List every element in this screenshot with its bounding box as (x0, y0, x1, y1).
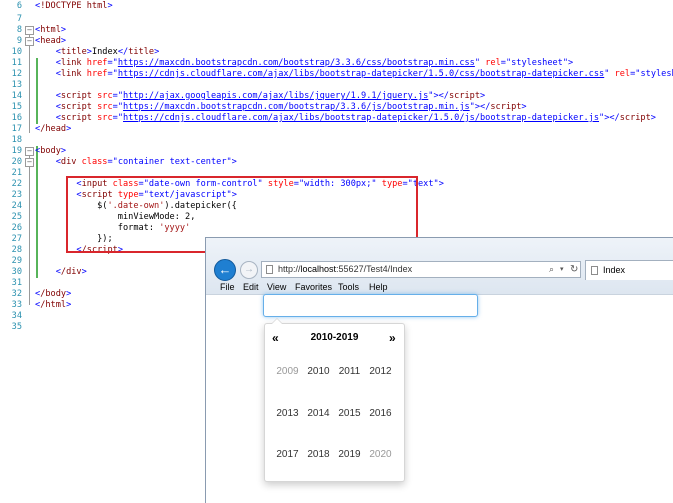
line-number: 16 (11, 113, 22, 123)
line-number: 19 (11, 146, 22, 156)
back-arrow-icon[interactable]: ← (214, 259, 236, 281)
line-number: 33 (11, 300, 22, 310)
line-number: 35 (11, 322, 22, 332)
menu-item-view[interactable]: View (267, 280, 286, 294)
year-cell[interactable]: 2014 (303, 408, 334, 419)
menu-item-help[interactable]: Help (369, 280, 388, 294)
line-number: 9 (16, 36, 22, 46)
menu-item-favorites[interactable]: Favorites (295, 280, 332, 294)
year-cell[interactable]: 2010 (303, 366, 334, 377)
dropdown-icon[interactable]: ▾ (560, 262, 564, 277)
year-datepicker: 2010-2019 « » 2009 2010 2011 2012 2013 2… (264, 318, 405, 482)
line-number: 27 (11, 234, 22, 244)
search-icon[interactable]: ⌕ (549, 262, 554, 277)
year-cell[interactable]: 2018 (303, 449, 334, 460)
outline-guide (29, 34, 30, 133)
collapse-toggle-icon[interactable]: − (25, 158, 34, 167)
year-cell[interactable]: 2016 (365, 408, 396, 419)
decade-switch[interactable]: 2010-2019 (265, 332, 404, 343)
line-number: 28 (11, 245, 22, 255)
forward-arrow-icon[interactable]: → (240, 261, 258, 279)
year-cell[interactable]: 2017 (272, 449, 303, 460)
year-cell[interactable]: 2019 (334, 449, 365, 460)
page-icon (266, 265, 273, 274)
line-number: 24 (11, 201, 22, 211)
collapse-toggle-icon[interactable]: − (25, 26, 34, 35)
date-input-field[interactable] (263, 294, 478, 317)
year-cell[interactable]: 2015 (334, 408, 365, 419)
line-number: 10 (11, 47, 22, 57)
line-number: 7 (16, 14, 22, 24)
address-bar[interactable]: http://localhost:55627/Test4/Index ⌕ ▾ ↻ (261, 261, 581, 278)
line-number: 21 (11, 168, 22, 178)
line-number: 26 (11, 223, 22, 233)
tab-label: Index (603, 265, 626, 275)
address-url: http://localhost:55627/Test4/Index (278, 264, 413, 274)
next-decade-button[interactable]: » (389, 331, 396, 345)
menu-item-tools[interactable]: Tools (338, 280, 359, 294)
year-cell[interactable]: 2020 (365, 449, 396, 460)
prev-decade-button[interactable]: « (272, 331, 279, 345)
line-number: 11 (11, 58, 22, 68)
line-number: 22 (11, 179, 22, 189)
line-number: 6 (16, 1, 22, 11)
line-number: 29 (11, 256, 22, 266)
line-number: 18 (11, 135, 22, 145)
refresh-icon[interactable]: ↻ (570, 262, 578, 277)
browser-toolbar: ← → http://localhost:55627/Test4/Index ⌕… (206, 238, 673, 295)
year-cell[interactable]: 2011 (334, 366, 365, 377)
menu-bar: File Edit View Favorites Tools Help (206, 280, 673, 294)
line-number: 12 (11, 69, 22, 79)
year-cell[interactable]: 2009 (272, 366, 303, 377)
page-content: 2010-2019 « » 2009 2010 2011 2012 2013 2… (206, 294, 673, 503)
line-number: 20 (11, 157, 22, 167)
line-number: 8 (16, 25, 22, 35)
line-number: 13 (11, 80, 22, 90)
line-number: 14 (11, 91, 22, 101)
year-cell[interactable]: 2012 (365, 366, 396, 377)
menu-item-edit[interactable]: Edit (243, 280, 259, 294)
line-number: 15 (11, 102, 22, 112)
year-cell[interactable]: 2013 (272, 408, 303, 419)
page-icon (591, 266, 598, 275)
line-number: 32 (11, 289, 22, 299)
line-number: 31 (11, 278, 22, 288)
line-number: 17 (11, 124, 22, 134)
picker-caret-inner (272, 319, 282, 324)
menu-item-file[interactable]: File (220, 280, 235, 294)
collapse-toggle-icon[interactable]: − (25, 147, 34, 156)
collapse-toggle-icon[interactable]: − (25, 37, 34, 46)
browser-tab[interactable]: Index (585, 260, 673, 280)
browser-window: ← → http://localhost:55627/Test4/Index ⌕… (205, 237, 673, 503)
line-number: 25 (11, 212, 22, 222)
line-number: 23 (11, 190, 22, 200)
outline-guide (29, 155, 30, 305)
line-number: 34 (11, 311, 22, 321)
line-number: 30 (11, 267, 22, 277)
